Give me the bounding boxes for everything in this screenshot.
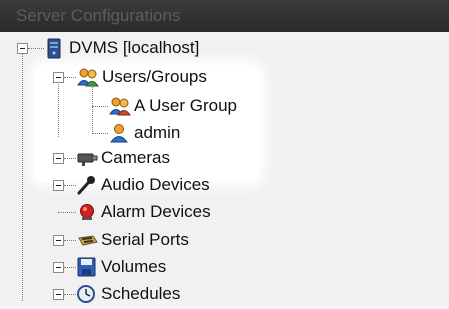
expand-toggle-audio-devices[interactable] — [53, 180, 64, 191]
panel-title: Server Configurations — [0, 0, 449, 32]
expand-toggle-cameras[interactable] — [53, 153, 64, 164]
floppy-disk-icon — [76, 257, 96, 277]
tree-node-label: A User Group — [134, 96, 237, 115]
tree-node-root[interactable]: DVMS [localhost] — [44, 36, 199, 60]
users-groups-icon — [77, 67, 99, 87]
tree-connector — [64, 77, 76, 78]
tree-node-label: admin — [134, 123, 181, 142]
tree-node-label: Audio Devices — [101, 175, 210, 194]
tree-node-serial-ports[interactable]: Serial Ports — [76, 228, 189, 252]
tree-node-label: Users/Groups — [102, 67, 207, 86]
clock-icon — [76, 284, 96, 304]
tree-node-label: Volumes — [101, 257, 167, 276]
tree-guide-line — [22, 52, 23, 301]
tree-node-label: Schedules — [101, 284, 181, 303]
tree-node-admin[interactable]: admin — [109, 121, 180, 145]
tree-node-label: DVMS [localhost] — [69, 38, 200, 57]
tree-node-volumes[interactable]: Volumes — [76, 255, 166, 279]
tree-node-audio-devices[interactable]: Audio Devices — [76, 173, 210, 197]
tree-guide-line — [58, 82, 59, 137]
user-icon — [109, 123, 129, 143]
tree-node-user-group[interactable]: A User Group — [109, 94, 237, 118]
collapse-toggle-users-groups[interactable] — [53, 72, 64, 83]
tree-connector — [64, 158, 76, 159]
microphone-icon — [76, 175, 96, 195]
alarm-icon — [76, 202, 96, 222]
tree-connector — [92, 133, 108, 134]
tree-guide-line — [92, 82, 93, 134]
tree-connector — [28, 48, 44, 49]
tree-connector — [64, 185, 76, 186]
serial-port-icon — [76, 230, 98, 250]
tree-connector — [64, 240, 76, 241]
expand-toggle-volumes[interactable] — [53, 262, 64, 273]
configuration-tree: DVMS [localhost] Users/Groups A User Gro… — [0, 32, 449, 303]
camera-icon — [76, 148, 98, 168]
tree-connector — [58, 212, 76, 213]
user-group-icon — [109, 96, 131, 116]
tree-node-users-groups[interactable]: Users/Groups — [77, 65, 207, 89]
server-icon — [44, 38, 64, 59]
tree-node-label: Cameras — [101, 148, 170, 167]
expand-toggle-schedules[interactable] — [53, 289, 64, 300]
server-configurations-panel: Server Configurations DVMS [localhost] U… — [0, 0, 449, 303]
tree-connector — [64, 267, 76, 268]
tree-node-alarm-devices[interactable]: Alarm Devices — [76, 200, 211, 224]
tree-connector — [92, 106, 108, 107]
tree-node-cameras[interactable]: Cameras — [76, 146, 170, 170]
expand-toggle-serial-ports[interactable] — [53, 235, 64, 246]
tree-node-label: Serial Ports — [101, 230, 189, 249]
tree-connector — [64, 294, 76, 295]
tree-node-schedules[interactable]: Schedules — [76, 282, 180, 306]
tree-node-label: Alarm Devices — [101, 202, 211, 221]
collapse-toggle-root[interactable] — [17, 43, 28, 54]
